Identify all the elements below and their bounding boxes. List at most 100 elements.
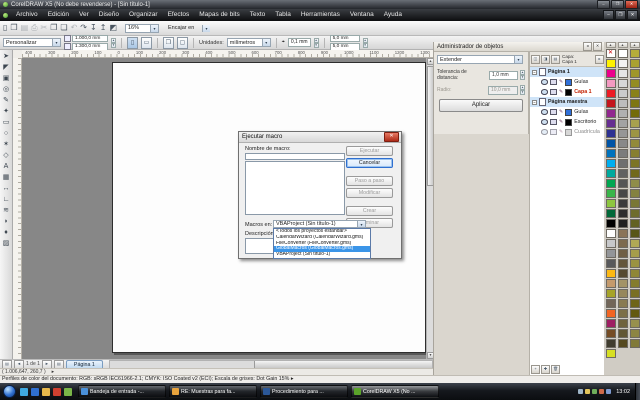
minimize-button[interactable]: – <box>597 0 610 9</box>
toolbar-icon[interactable]: ▤ <box>21 23 29 33</box>
color-swatch[interactable] <box>618 109 628 118</box>
delete-layer-icon[interactable]: 🗑 <box>551 365 560 374</box>
printer-icon[interactable] <box>550 119 557 125</box>
color-swatch[interactable] <box>618 189 628 198</box>
toolbox-tool-icon[interactable]: ◗ <box>1 217 12 227</box>
printer-icon[interactable] <box>550 109 557 115</box>
color-swatch[interactable] <box>618 299 628 308</box>
zoom-level-combo[interactable]: 16% ▾ <box>125 24 159 33</box>
start-button[interactable] <box>3 385 16 398</box>
color-swatch[interactable] <box>606 89 616 98</box>
quicklaunch-icon[interactable] <box>31 388 39 396</box>
toolbox-tool-icon[interactable]: ↔ <box>1 184 12 194</box>
macros-in-combo[interactable]: VBAProject (Sin título-1) ▾ <box>273 220 366 228</box>
color-swatch[interactable] <box>630 89 640 98</box>
menu-item[interactable]: Tabla <box>270 9 296 21</box>
palette-scroll-up-icon[interactable]: ▲ <box>630 42 640 48</box>
layer-row[interactable]: − ✎ Capa 1 <box>530 87 605 97</box>
new-layer-icon[interactable]: + <box>531 365 540 374</box>
duplicate-x-field[interactable]: 5,0 mm <box>330 35 360 43</box>
toolbar-icon[interactable]: ◩ <box>109 23 117 33</box>
color-swatch[interactable] <box>618 289 628 298</box>
dropdown-item[interactable]: VBAProject (Sin título-1) <box>274 252 370 258</box>
layer-row[interactable]: − ✎ Página maestra <box>530 97 605 107</box>
status-expand-icon[interactable]: ▸ <box>291 376 294 382</box>
color-swatch[interactable] <box>606 329 616 338</box>
portrait-orientation-button[interactable]: ▯ <box>127 37 138 49</box>
duplicate-stepper[interactable]: ▲▼ <box>363 38 368 48</box>
toolbar-icon[interactable]: ⎙ <box>31 23 37 33</box>
toolbox-tool-icon[interactable]: ♦ <box>1 228 12 238</box>
menu-item[interactable]: Archivo <box>11 9 43 21</box>
menu-item[interactable]: Edición <box>43 9 74 21</box>
color-swatch[interactable] <box>618 79 628 88</box>
menu-item[interactable]: Diseño <box>94 9 124 21</box>
color-swatch[interactable] <box>606 59 616 68</box>
pencil-edit-icon[interactable]: ✎ <box>559 120 563 125</box>
layer-row[interactable]: − ✎ Página 1 <box>530 67 605 77</box>
color-swatch[interactable] <box>630 189 640 198</box>
page-width-field[interactable]: 1.000,0 mm <box>72 35 108 43</box>
color-swatch[interactable] <box>618 319 628 328</box>
color-swatch[interactable] <box>606 179 616 188</box>
color-swatch[interactable] <box>630 259 640 268</box>
printer-icon[interactable] <box>550 129 557 135</box>
color-swatch[interactable] <box>606 159 616 168</box>
toolbox-tool-icon[interactable]: ▣ <box>1 74 12 84</box>
color-swatch[interactable] <box>630 149 640 158</box>
menu-item[interactable]: Ventana <box>345 9 379 21</box>
color-swatch[interactable] <box>618 259 628 268</box>
color-swatch[interactable] <box>630 129 640 138</box>
quicklaunch-icon[interactable] <box>53 388 61 396</box>
macro-name-input[interactable] <box>245 153 345 160</box>
menu-item[interactable]: Ver <box>74 9 94 21</box>
show-properties-icon[interactable]: ▤ <box>551 55 560 64</box>
pencil-edit-icon[interactable]: ✎ <box>559 110 563 115</box>
toolbox-tool-icon[interactable]: ✎ <box>1 96 12 106</box>
color-swatch[interactable] <box>618 329 628 338</box>
color-swatch[interactable] <box>630 339 640 348</box>
tray-icon[interactable] <box>606 389 611 394</box>
color-swatch[interactable] <box>630 249 640 258</box>
layer-row[interactable]: − ✎ Escritorio <box>530 117 605 127</box>
color-swatch[interactable] <box>606 189 616 198</box>
current-page-button[interactable]: ▢ <box>177 37 188 49</box>
toolbox-tool-icon[interactable]: ▦ <box>1 173 12 183</box>
tolerance-field[interactable]: 1,0 mm <box>489 71 518 80</box>
color-swatch[interactable] <box>630 209 640 218</box>
color-swatch[interactable] <box>630 109 640 118</box>
taskbar-window-button[interactable]: RE: Muestras para fa... <box>169 385 257 398</box>
toolbar-icon[interactable]: ↥ <box>100 23 107 33</box>
toolbox-tool-icon[interactable]: ◇ <box>1 151 12 161</box>
color-swatch[interactable] <box>618 179 628 188</box>
color-swatch[interactable] <box>618 309 628 318</box>
color-swatch[interactable] <box>630 239 640 248</box>
toolbar-icon[interactable]: ❐ <box>50 23 57 33</box>
no-color-swatch[interactable]: ✕ <box>606 49 616 58</box>
color-swatch[interactable] <box>606 229 616 238</box>
toolbox-tool-icon[interactable]: ✦ <box>1 107 12 117</box>
printer-icon[interactable] <box>550 79 557 85</box>
menu-item[interactable]: Mapas de bits <box>194 9 244 21</box>
dialog-button[interactable]: Cancelar <box>346 158 393 168</box>
eye-visibility-icon[interactable] <box>541 79 548 85</box>
color-swatch[interactable] <box>630 59 640 68</box>
menu-item[interactable]: Organizar <box>124 9 163 21</box>
color-swatch[interactable] <box>630 279 640 288</box>
eye-visibility-icon[interactable] <box>541 119 548 125</box>
color-swatch[interactable] <box>606 239 616 248</box>
mdi-restore-button[interactable]: ❐ <box>615 10 626 20</box>
color-swatch[interactable] <box>618 69 628 78</box>
toolbox-tool-icon[interactable]: ◎ <box>1 85 12 95</box>
page-preset-combo[interactable]: Personalizar ▾ <box>3 38 61 47</box>
layer-manager-icon[interactable]: ◨ <box>541 55 550 64</box>
show-desktop-button[interactable] <box>635 383 640 400</box>
page-size-stepper[interactable]: ▲▼ <box>111 38 116 48</box>
toolbar-icon[interactable]: ▯ <box>3 23 7 33</box>
color-swatch[interactable] <box>618 249 628 258</box>
tolerance-stepper[interactable]: ▲▼ <box>520 70 525 80</box>
color-swatch[interactable] <box>606 279 616 288</box>
color-swatch[interactable] <box>630 319 640 328</box>
menu-item[interactable]: Ayuda <box>379 9 407 21</box>
color-swatch[interactable] <box>630 179 640 188</box>
